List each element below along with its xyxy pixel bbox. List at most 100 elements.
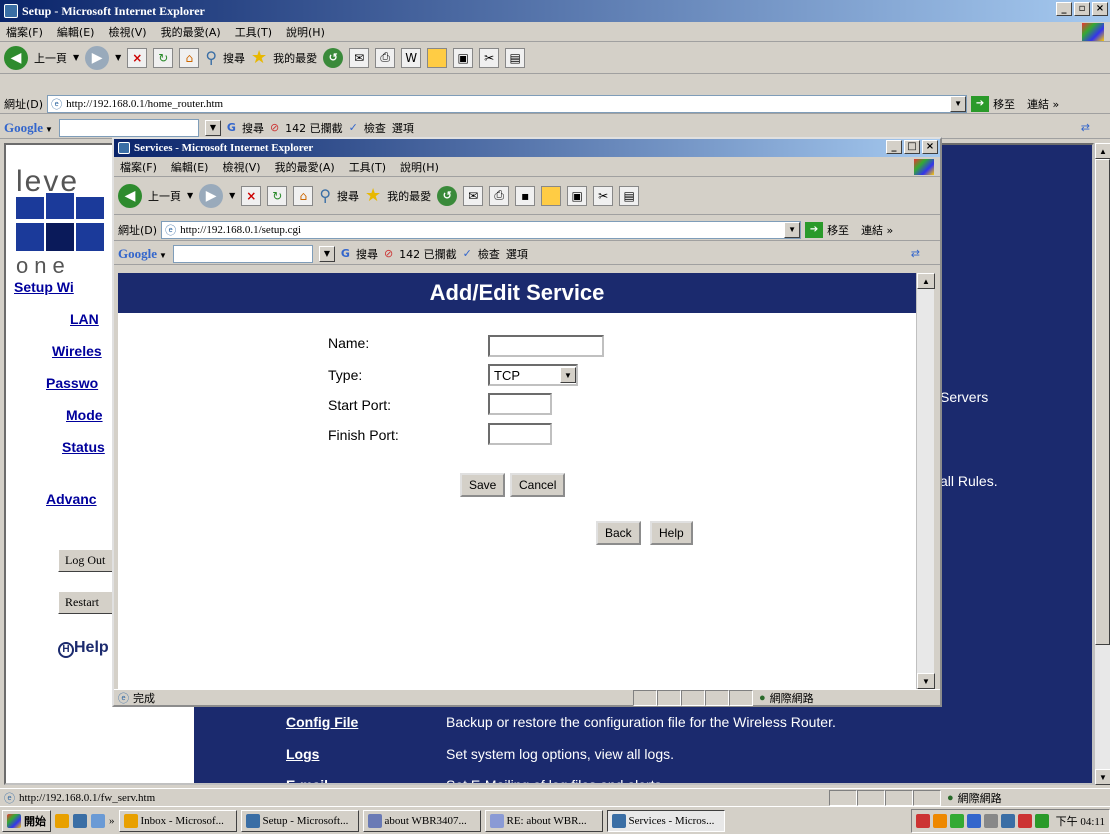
search-label[interactable]: 搜尋	[223, 50, 245, 66]
minimize-button[interactable]: _	[886, 140, 902, 154]
task-setup[interactable]: Setup - Microsoft...	[240, 809, 359, 832]
menu-edit[interactable]: 編輯(E)	[57, 24, 95, 40]
address-input[interactable]: ⓔ http://192.168.0.1/setup.cgi ▼	[161, 220, 802, 239]
menu-view[interactable]: 檢視(V)	[108, 24, 146, 40]
task-re-about-wbr[interactable]: RE: about WBR...	[484, 809, 603, 832]
tray-icon[interactable]	[966, 813, 981, 828]
outlook-quicklaunch-icon[interactable]	[55, 813, 69, 828]
back-label[interactable]: 上一頁	[148, 188, 181, 204]
mail-icon[interactable]: ✉	[463, 185, 484, 206]
ie-quicklaunch-icon[interactable]	[91, 813, 105, 828]
go-button[interactable]: 移至	[993, 96, 1015, 112]
scroll-up-icon[interactable]: ▲	[1095, 143, 1110, 159]
chevron-right-icon[interactable]: »	[109, 815, 115, 827]
google-check-label[interactable]: 檢查	[364, 120, 386, 136]
google-search-input[interactable]	[58, 118, 199, 137]
refresh-icon[interactable]: ↻	[153, 47, 174, 68]
research-icon[interactable]: ▤	[505, 47, 526, 68]
menu-favorites[interactable]: 我的最愛(A)	[161, 24, 221, 40]
edit-icon[interactable]: ▪	[515, 185, 536, 206]
nav-password[interactable]: Passwo	[46, 375, 98, 391]
tools-icon[interactable]: ✂	[479, 47, 500, 68]
back-button[interactable]: Back	[596, 521, 641, 545]
tray-icon[interactable]	[949, 813, 964, 828]
links-label[interactable]: 連結 »	[861, 222, 893, 238]
nav-mode[interactable]: Mode	[66, 407, 103, 423]
star-icon[interactable]: ★	[251, 47, 267, 68]
history-icon[interactable]: ↺	[437, 185, 458, 206]
google-blocked-label[interactable]: 142 已攔截	[399, 246, 457, 262]
chevron-down-icon[interactable]: ▼	[560, 367, 576, 383]
scroll-up-icon[interactable]: ▲	[917, 273, 935, 289]
edit-icon[interactable]: W	[401, 47, 422, 68]
nav-advanced[interactable]: Advanc	[46, 491, 97, 507]
folder-icon[interactable]	[427, 47, 448, 68]
folder-icon[interactable]	[541, 185, 562, 206]
restore-button[interactable]: ▫	[1074, 2, 1090, 16]
menu-view[interactable]: 檢視(V)	[222, 159, 260, 175]
tray-icon[interactable]	[932, 813, 947, 828]
favorites-label[interactable]: 我的最愛	[273, 50, 317, 66]
history-icon[interactable]: ↺	[323, 47, 344, 68]
go-arrow-icon[interactable]: ➔	[971, 95, 990, 112]
scroll-thumb[interactable]	[1095, 159, 1110, 645]
menu-file[interactable]: 檔案(F)	[120, 159, 157, 175]
scroll-down-icon[interactable]: ▼	[917, 673, 935, 689]
stop-icon[interactable]: ×	[241, 185, 262, 206]
tray-icon[interactable]	[915, 813, 930, 828]
tray-icon[interactable]	[983, 813, 998, 828]
menu-edit[interactable]: 編輯(E)	[171, 159, 209, 175]
type-select[interactable]: TCP ▼	[488, 364, 578, 386]
start-button[interactable]: 開始	[2, 809, 51, 832]
chevron-down-icon[interactable]: ▼	[115, 53, 121, 62]
google-options-label[interactable]: 選項	[392, 120, 414, 136]
menu-help[interactable]: 說明(H)	[400, 159, 439, 175]
google-logo[interactable]: Google ▼	[118, 246, 167, 262]
menu-tools[interactable]: 工具(T)	[235, 24, 272, 40]
google-check-label[interactable]: 檢查	[478, 246, 500, 262]
search-icon[interactable]: ⚲	[319, 186, 331, 205]
refresh-icon[interactable]: ↻	[267, 185, 288, 206]
address-input[interactable]: ⓔ http://192.168.0.1/home_router.htm ▼	[47, 94, 968, 113]
messenger-icon[interactable]: ▣	[567, 185, 588, 206]
menu-favorites[interactable]: 我的最愛(A)	[275, 159, 335, 175]
star-icon[interactable]: ★	[365, 185, 381, 206]
translate-icon[interactable]: ⇄	[911, 247, 920, 260]
outer-title-bar[interactable]: Setup - Microsoft Internet Explorer _ ▫ …	[0, 0, 1110, 22]
tools-icon[interactable]: ✂	[593, 185, 614, 206]
search-icon[interactable]: ⚲	[205, 48, 217, 67]
email-link[interactable]: E-mail	[286, 777, 328, 783]
google-blocked-label[interactable]: 142 已攔截	[285, 120, 343, 136]
messenger-icon[interactable]: ▣	[453, 47, 474, 68]
search-label[interactable]: 搜尋	[337, 188, 359, 204]
chevron-down-icon[interactable]: ▼	[229, 191, 235, 200]
outer-scrollbar[interactable]: ▲ ▼	[1094, 143, 1110, 785]
back-arrow-icon[interactable]: ◀	[4, 45, 28, 70]
finish-port-input[interactable]	[488, 423, 552, 445]
cancel-button[interactable]: Cancel	[510, 473, 566, 497]
menu-help[interactable]: 說明(H)	[286, 24, 325, 40]
stop-icon[interactable]: ×	[127, 47, 148, 68]
google-search-button[interactable]: 搜尋	[356, 246, 378, 262]
close-button[interactable]: ×	[1092, 2, 1108, 16]
chevron-down-icon[interactable]: ▼	[784, 221, 801, 238]
nav-wireless[interactable]: Wireles	[52, 343, 102, 359]
name-input[interactable]	[488, 335, 604, 357]
inner-scrollbar[interactable]: ▲ ▼	[916, 273, 935, 689]
logs-link[interactable]: Logs	[286, 746, 319, 762]
google-logo[interactable]: Google ▼	[4, 120, 53, 136]
start-port-input[interactable]	[488, 393, 552, 415]
favorites-label[interactable]: 我的最愛	[387, 188, 431, 204]
go-button[interactable]: 移至	[827, 222, 849, 238]
print-icon[interactable]: ⎙	[489, 185, 510, 206]
google-options-label[interactable]: 選項	[506, 246, 528, 262]
scroll-down-icon[interactable]: ▼	[1095, 769, 1110, 785]
inner-title-bar[interactable]: Services - Microsoft Internet Explorer _…	[114, 139, 940, 157]
print-icon[interactable]: ⎙	[375, 47, 396, 68]
menu-tools[interactable]: 工具(T)	[349, 159, 386, 175]
tray-icon[interactable]	[1000, 813, 1015, 828]
links-label[interactable]: 連結 »	[1027, 96, 1059, 112]
tray-icon[interactable]	[1034, 813, 1049, 828]
nav-status[interactable]: Status	[62, 439, 105, 455]
google-search-button[interactable]: 搜尋	[242, 120, 264, 136]
